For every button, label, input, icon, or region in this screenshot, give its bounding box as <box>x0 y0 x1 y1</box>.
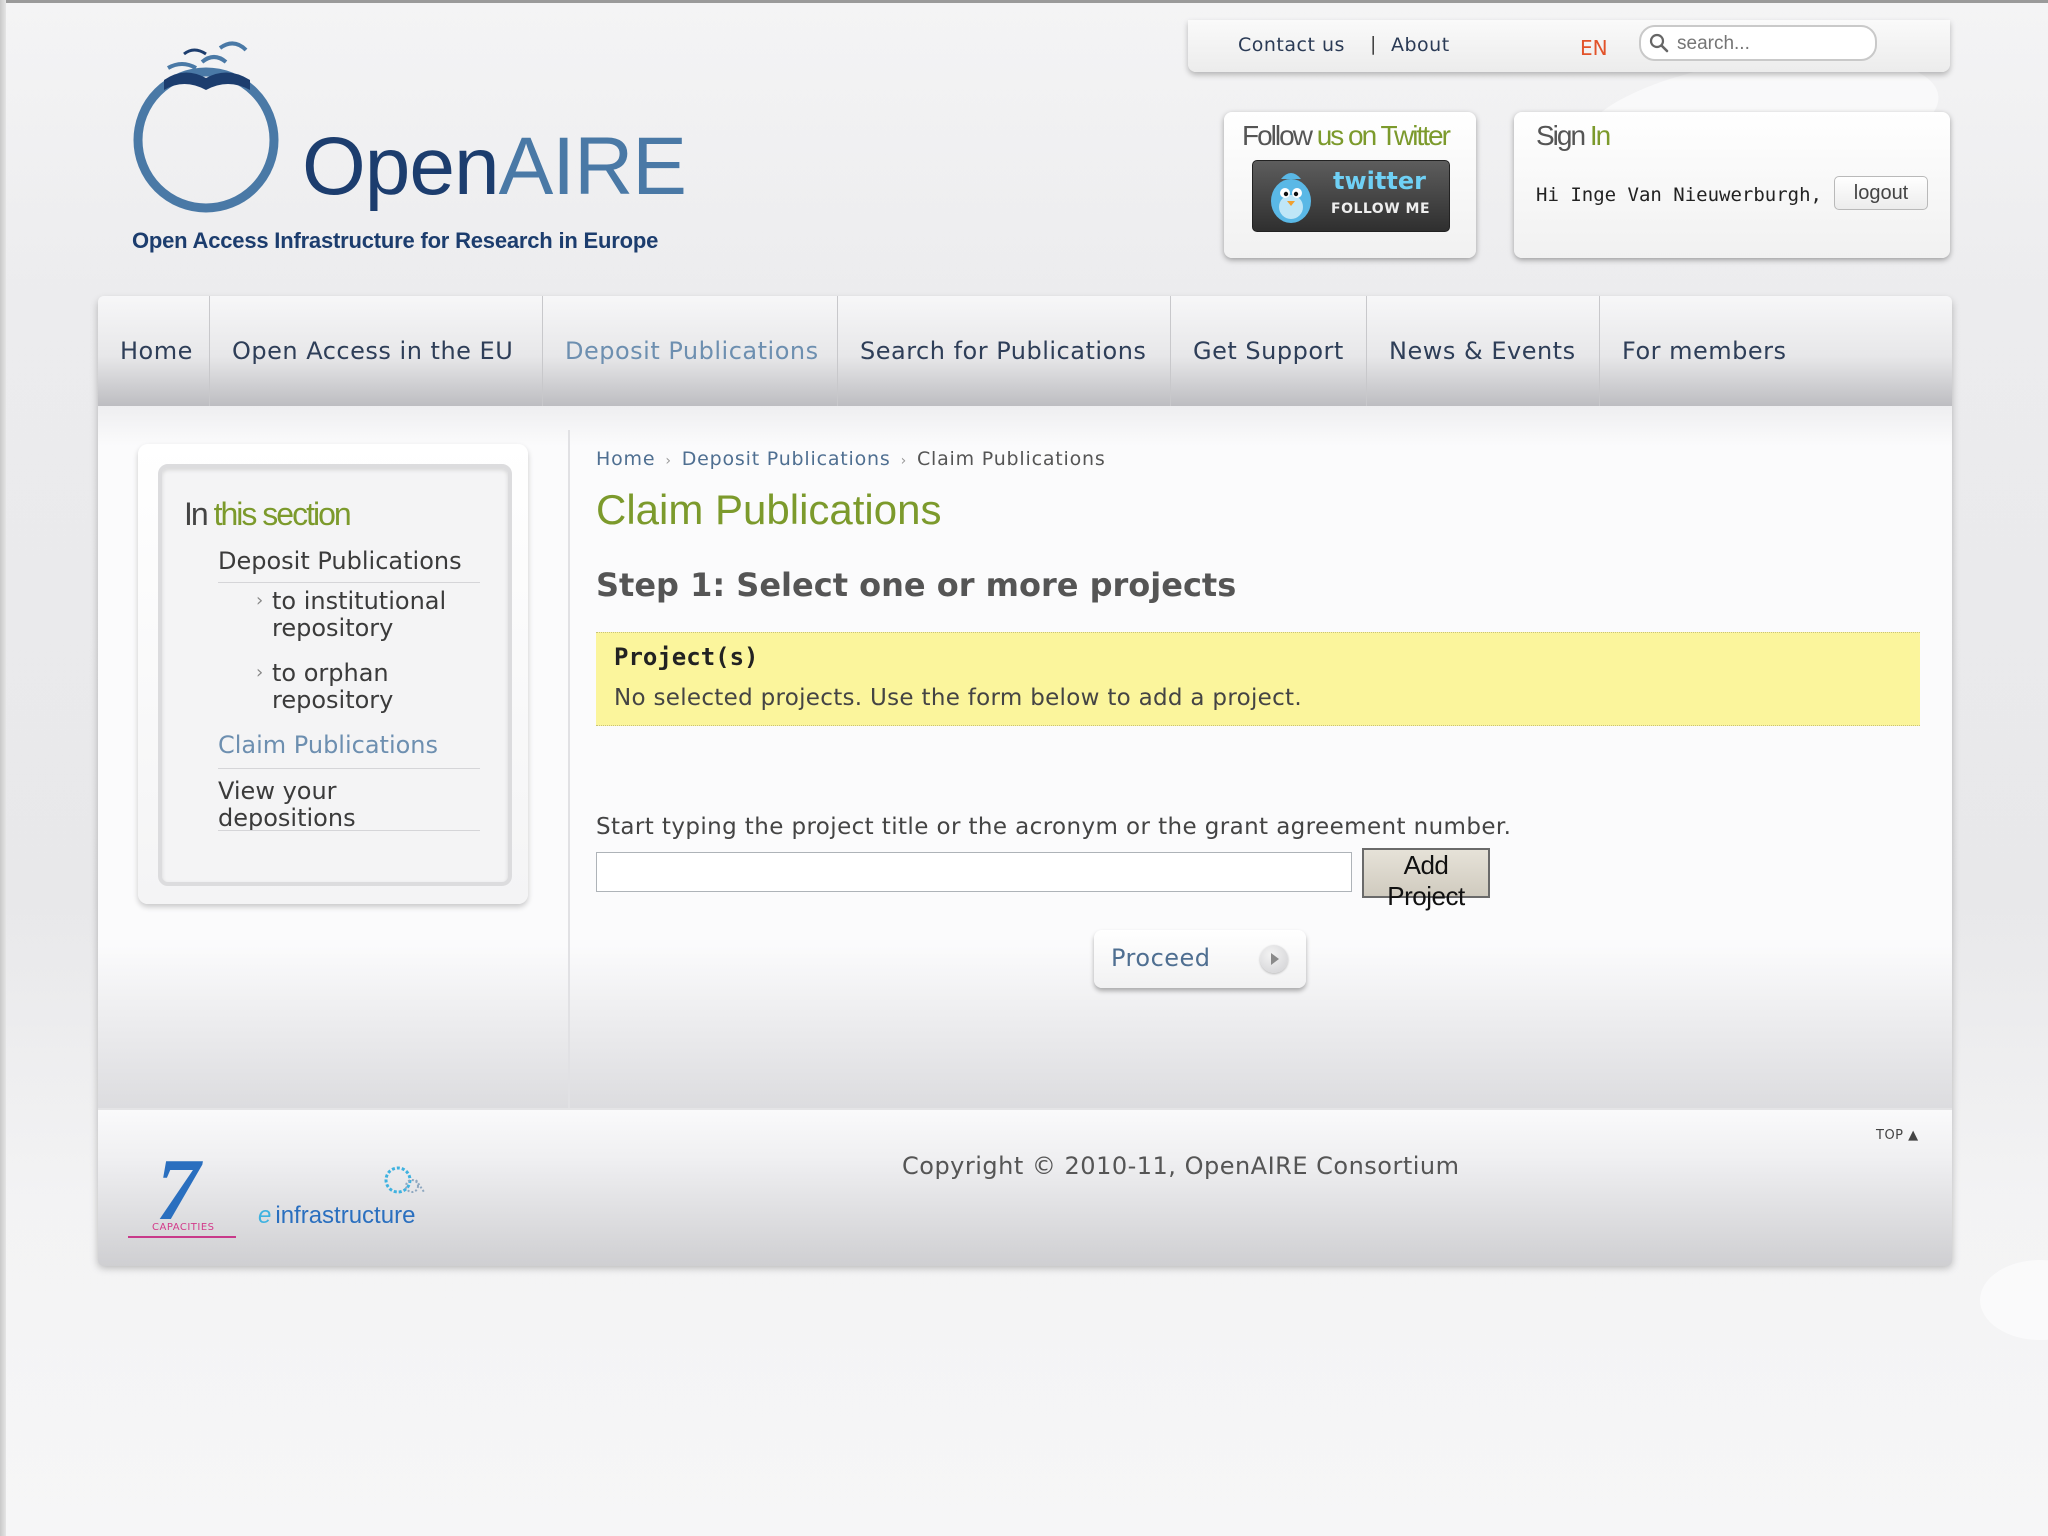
logo-emblem-icon <box>133 41 279 213</box>
section-link-view-depositions[interactable]: View your depositions <box>218 778 480 832</box>
add-project-button[interactable]: Add Project <box>1362 848 1490 911</box>
selected-projects-panel: Project(s) No selected projects. Use the… <box>596 632 1920 726</box>
breadcrumb-home[interactable]: Home <box>596 448 655 470</box>
e-infrastructure-logo[interactable]: e infrastructure <box>258 1162 448 1234</box>
section-link-claim-publications[interactable]: Claim Publications <box>218 732 480 759</box>
nav-search-publications[interactable]: Search for Publications <box>838 296 1171 406</box>
back-to-top-link[interactable]: TOP ▲ <box>1876 1128 1919 1143</box>
proceed-label: Proceed <box>1111 944 1211 972</box>
section-link-orphan-repository[interactable]: to orphan repository <box>272 660 472 714</box>
project-search-input[interactable] <box>596 852 1352 892</box>
section-divider <box>218 768 480 769</box>
openaire-logo[interactable]: OpenAIRE Open Access Infrastructure for … <box>124 28 687 268</box>
step-title: Step 1: Select one or more projects <box>596 566 1237 604</box>
nav-open-access-eu[interactable]: Open Access in the EU <box>210 296 543 406</box>
fp7-logo-caption: CAPACITIES <box>152 1222 215 1233</box>
twitter-badge-brand: twitter <box>1333 167 1426 195</box>
e-infrastructure-word: infrastructure <box>275 1202 416 1229</box>
twitter-panel: Follow us on Twitter twitter FOLLOW ME <box>1224 112 1476 258</box>
e-infrastructure-text: e infrastructure <box>258 1202 415 1230</box>
footer: 7 CAPACITIES e infrastructure Copyright ©… <box>98 1108 1952 1266</box>
e-infrastructure-emblem-icon <box>384 1166 425 1194</box>
page-title: Claim Publications <box>596 486 942 533</box>
user-greeting: Hi Inge Van Nieuwerburgh, <box>1536 184 1822 206</box>
section-divider <box>218 582 480 583</box>
breadcrumb: Home › Deposit Publications › Claim Publicat… <box>596 448 1106 470</box>
section-navigation-box: In this section Deposit Publications › t… <box>138 444 528 904</box>
proceed-button[interactable]: Proceed <box>1094 930 1306 988</box>
project-search-help: Start typing the project title or the ac… <box>596 814 1512 840</box>
section-link-deposit-publications[interactable]: Deposit Publications <box>218 548 480 575</box>
content-area: In this section Deposit Publications › t… <box>98 406 1952 1110</box>
search-input[interactable] <box>1675 31 1864 57</box>
twitter-title-prefix: Follow <box>1242 120 1317 151</box>
utility-separator: | <box>1370 33 1377 55</box>
window-left-edge <box>0 0 6 1536</box>
logout-button[interactable]: logout <box>1834 176 1928 210</box>
contact-us-link[interactable]: Contact us <box>1238 34 1345 56</box>
search-box[interactable] <box>1639 25 1877 61</box>
twitter-title-highlight: us on Twitter <box>1316 120 1451 151</box>
utility-bar: Contact us | About EN <box>1188 20 1950 72</box>
copyright-notice: Copyright © 2010-11, OpenAIRE Consortium <box>902 1152 1460 1180</box>
section-link-institutional-repository[interactable]: to institutional repository <box>272 588 472 642</box>
fp7-capacities-logo[interactable]: 7 CAPACITIES <box>128 1142 240 1239</box>
logo-wordmark-open: Open <box>302 121 500 212</box>
signin-panel: Sign In Hi Inge Van Nieuwerburgh, logout <box>1514 112 1950 258</box>
twitter-follow-button[interactable]: twitter FOLLOW ME <box>1252 160 1450 232</box>
nav-get-support[interactable]: Get Support <box>1171 296 1367 406</box>
nav-home[interactable]: Home <box>98 296 210 406</box>
breadcrumb-current: Claim Publications <box>916 448 1106 470</box>
section-navigation-inner: In this section Deposit Publications › t… <box>158 464 512 886</box>
logo-wordmark-aire: AIRE <box>498 121 687 212</box>
nav-news-events[interactable]: News & Events <box>1367 296 1600 406</box>
column-divider <box>568 430 570 1110</box>
chevron-right-icon: › <box>256 590 264 611</box>
search-icon <box>1649 33 1669 53</box>
projects-panel-message: No selected projects. Use the form below… <box>614 685 1302 711</box>
logo-tagline: Open Access Infrastructure for Research … <box>132 228 659 253</box>
section-divider <box>218 830 480 831</box>
fp7-logo-underline <box>128 1236 236 1238</box>
section-title-prefix: In <box>184 496 214 532</box>
main-frame: Home Open Access in the EU Deposit Publi… <box>98 296 1952 1266</box>
signin-title-highlight: In <box>1589 120 1611 151</box>
e-infrastructure-e: e <box>258 1202 272 1229</box>
nav-deposit-publications[interactable]: Deposit Publications <box>543 296 838 406</box>
breadcrumb-deposit-publications[interactable]: Deposit Publications <box>682 448 891 470</box>
about-link[interactable]: About <box>1391 34 1450 56</box>
language-selector[interactable]: EN <box>1580 36 1608 60</box>
background-decoration <box>1980 1260 2048 1340</box>
arrow-right-icon <box>1260 945 1288 973</box>
chevron-right-icon: › <box>256 662 264 683</box>
breadcrumb-separator: › <box>900 453 907 469</box>
signin-title-prefix: Sign <box>1536 120 1590 151</box>
twitter-badge-follow: FOLLOW ME <box>1331 201 1431 217</box>
twitter-bird-icon <box>1271 173 1311 223</box>
twitter-panel-title: Follow us on Twitter <box>1242 120 1451 152</box>
window-top-edge <box>0 0 2048 3</box>
breadcrumb-separator: › <box>665 453 672 469</box>
projects-panel-title: Project(s) <box>614 643 759 671</box>
main-navigation: Home Open Access in the EU Deposit Publi… <box>98 296 1952 406</box>
section-title: In this section <box>184 496 352 533</box>
logo-wordmark: OpenAIRE <box>302 120 687 214</box>
signin-panel-title: Sign In <box>1536 120 1611 152</box>
section-title-highlight: this section <box>213 496 352 532</box>
nav-for-members[interactable]: For members <box>1600 296 1800 406</box>
